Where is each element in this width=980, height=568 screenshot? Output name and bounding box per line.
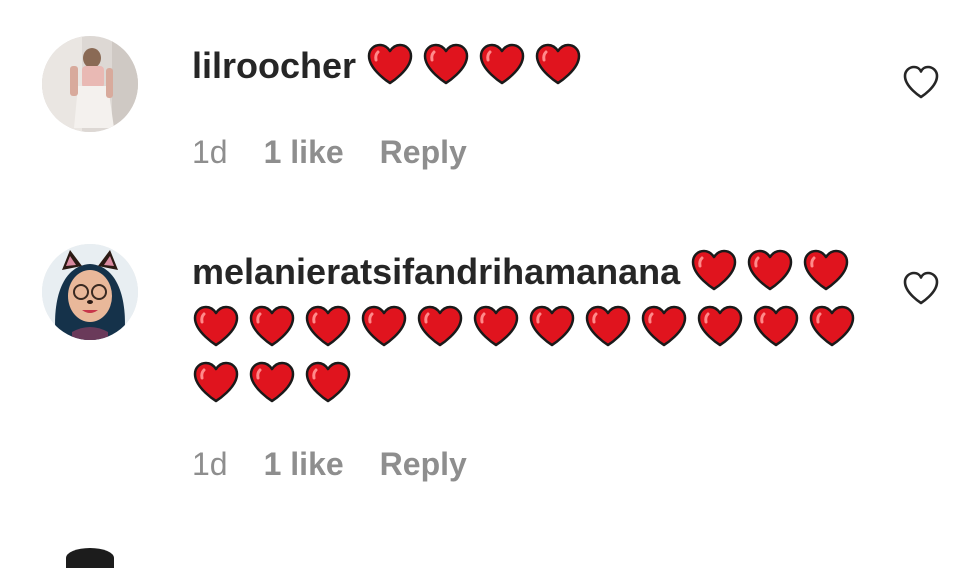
red-heart-emoji (746, 248, 794, 292)
comment-item: melanieratsifandrihamanana 1d 1 like Rep… (0, 230, 980, 500)
red-heart-emoji (248, 304, 296, 348)
comment-text: melanieratsifandrihamanana (192, 244, 872, 412)
comment-timestamp[interactable]: 1d (192, 134, 228, 171)
avatar[interactable] (42, 36, 138, 132)
red-heart-emoji (304, 304, 352, 348)
red-heart-emoji (808, 304, 856, 348)
comment-meta: 1d 1 like Reply (192, 446, 467, 483)
red-heart-emoji (192, 360, 240, 404)
red-heart-emoji (192, 304, 240, 348)
red-heart-emoji (304, 360, 352, 404)
red-heart-emoji (366, 42, 414, 86)
red-heart-emoji (360, 304, 408, 348)
red-heart-emoji (528, 304, 576, 348)
red-heart-emoji (534, 42, 582, 86)
avatar[interactable] (42, 244, 138, 340)
red-heart-emoji (584, 304, 632, 348)
comment-like-count[interactable]: 1 like (264, 446, 344, 483)
comment-like-count[interactable]: 1 like (264, 134, 344, 171)
red-heart-emoji (690, 248, 738, 292)
red-heart-emoji (416, 304, 464, 348)
comment-username[interactable]: lilroocher (192, 45, 356, 86)
red-heart-emoji (640, 304, 688, 348)
heart-emoji-group (366, 42, 590, 86)
comment-meta: 1d 1 like Reply (192, 134, 467, 171)
comment-text: lilroocher (192, 38, 872, 94)
heart-outline-icon[interactable] (902, 64, 940, 100)
avatar[interactable] (66, 548, 114, 568)
comment-username[interactable]: melanieratsifandrihamanana (192, 251, 680, 292)
reply-button[interactable]: Reply (380, 134, 467, 171)
red-heart-emoji (472, 304, 520, 348)
red-heart-emoji (802, 248, 850, 292)
reply-button[interactable]: Reply (380, 446, 467, 483)
red-heart-emoji (752, 304, 800, 348)
red-heart-emoji (478, 42, 526, 86)
comment-timestamp[interactable]: 1d (192, 446, 228, 483)
red-heart-emoji (248, 360, 296, 404)
comment-item: lilroocher 1d 1 like Reply (0, 0, 980, 210)
red-heart-emoji (422, 42, 470, 86)
heart-outline-icon[interactable] (902, 270, 940, 306)
red-heart-emoji (696, 304, 744, 348)
